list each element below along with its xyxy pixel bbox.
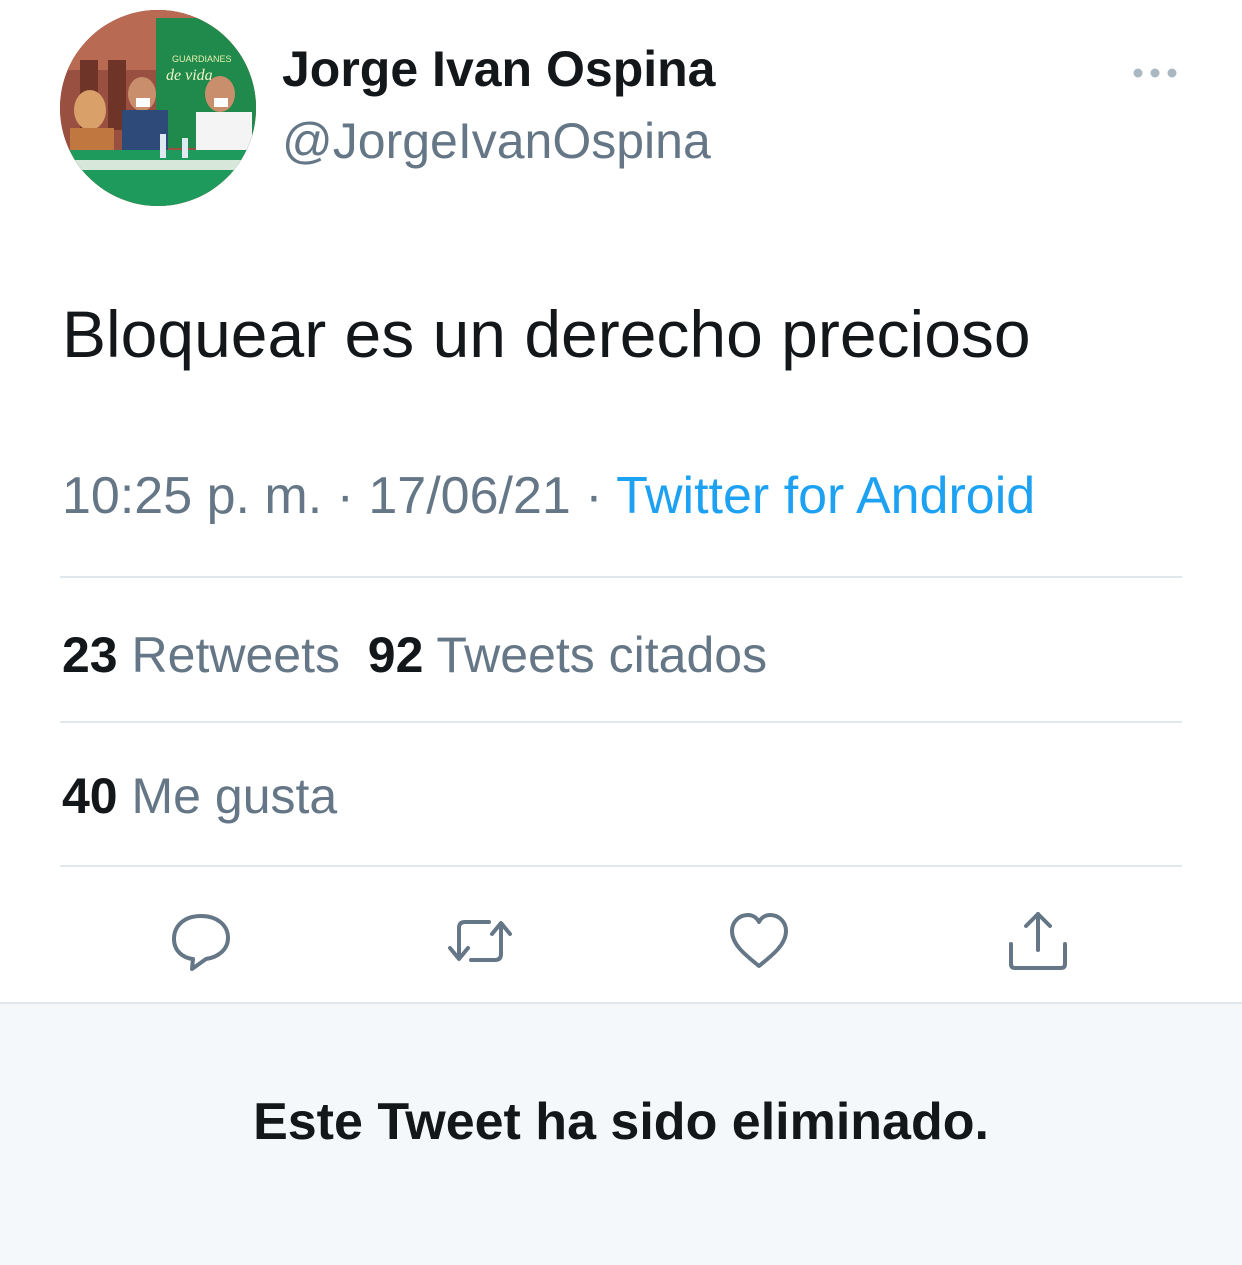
tweet-source-link[interactable]: Twitter for Android <box>616 467 1035 525</box>
meta-separator: · <box>336 467 354 525</box>
tweet-meta: 10:25 p. m. · 17/06/21 · Twitter for And… <box>62 466 1035 526</box>
retweets-label: Retweets <box>131 627 340 683</box>
retweets-stat[interactable]: 23 Retweets <box>62 627 340 683</box>
quote-tweets-stat[interactable]: 92 Tweets citados <box>368 627 767 683</box>
stats-row-likes: 40 Me gusta <box>62 767 337 825</box>
likes-stat[interactable]: 40 Me gusta <box>62 768 337 824</box>
tweet-time[interactable]: 10:25 p. m. <box>62 467 322 525</box>
more-options-button[interactable] <box>1128 56 1182 90</box>
quote-tweets-label: Tweets citados <box>436 627 768 683</box>
tweet-date[interactable]: 17/06/21 <box>368 467 570 525</box>
tweet-text: Bloquear es un derecho precioso <box>62 297 1031 371</box>
share-button[interactable] <box>1003 906 1073 976</box>
more-icon <box>1133 68 1177 78</box>
like-button[interactable] <box>724 906 794 976</box>
deleted-tweet-notice: Este Tweet ha sido eliminado. <box>253 1093 989 1151</box>
tweet-card: GUARDIANES de vida Jorge Ivan Ospina @Jo… <box>0 0 1242 1002</box>
like-icon <box>730 913 788 968</box>
retweet-button[interactable] <box>445 906 515 976</box>
divider <box>60 865 1182 867</box>
divider <box>60 721 1182 723</box>
quote-tweets-count: 92 <box>367 627 424 683</box>
avatar-banner-title: GUARDIANES <box>172 54 232 64</box>
stats-row-shares: 23 Retweets 92 Tweets citados <box>62 626 767 684</box>
author-handle[interactable]: @JorgeIvanOspina <box>282 112 711 170</box>
reply-button[interactable] <box>166 906 236 976</box>
avatar-banner-subtitle: de vida <box>166 67 213 84</box>
reply-icon <box>172 914 230 971</box>
retweets-count: 23 <box>62 627 118 683</box>
author-name[interactable]: Jorge Ivan Ospina <box>282 40 715 98</box>
share-icon <box>1009 912 1067 970</box>
likes-count: 40 <box>62 768 118 824</box>
deleted-tweet-panel: Este Tweet ha sido eliminado. <box>0 1002 1242 1265</box>
meta-separator: · <box>585 467 603 525</box>
divider <box>60 576 1182 578</box>
avatar-photo: GUARDIANES de vida <box>60 10 256 206</box>
retweet-icon <box>448 920 512 962</box>
avatar[interactable]: GUARDIANES de vida <box>60 10 256 206</box>
likes-label: Me gusta <box>131 768 338 824</box>
